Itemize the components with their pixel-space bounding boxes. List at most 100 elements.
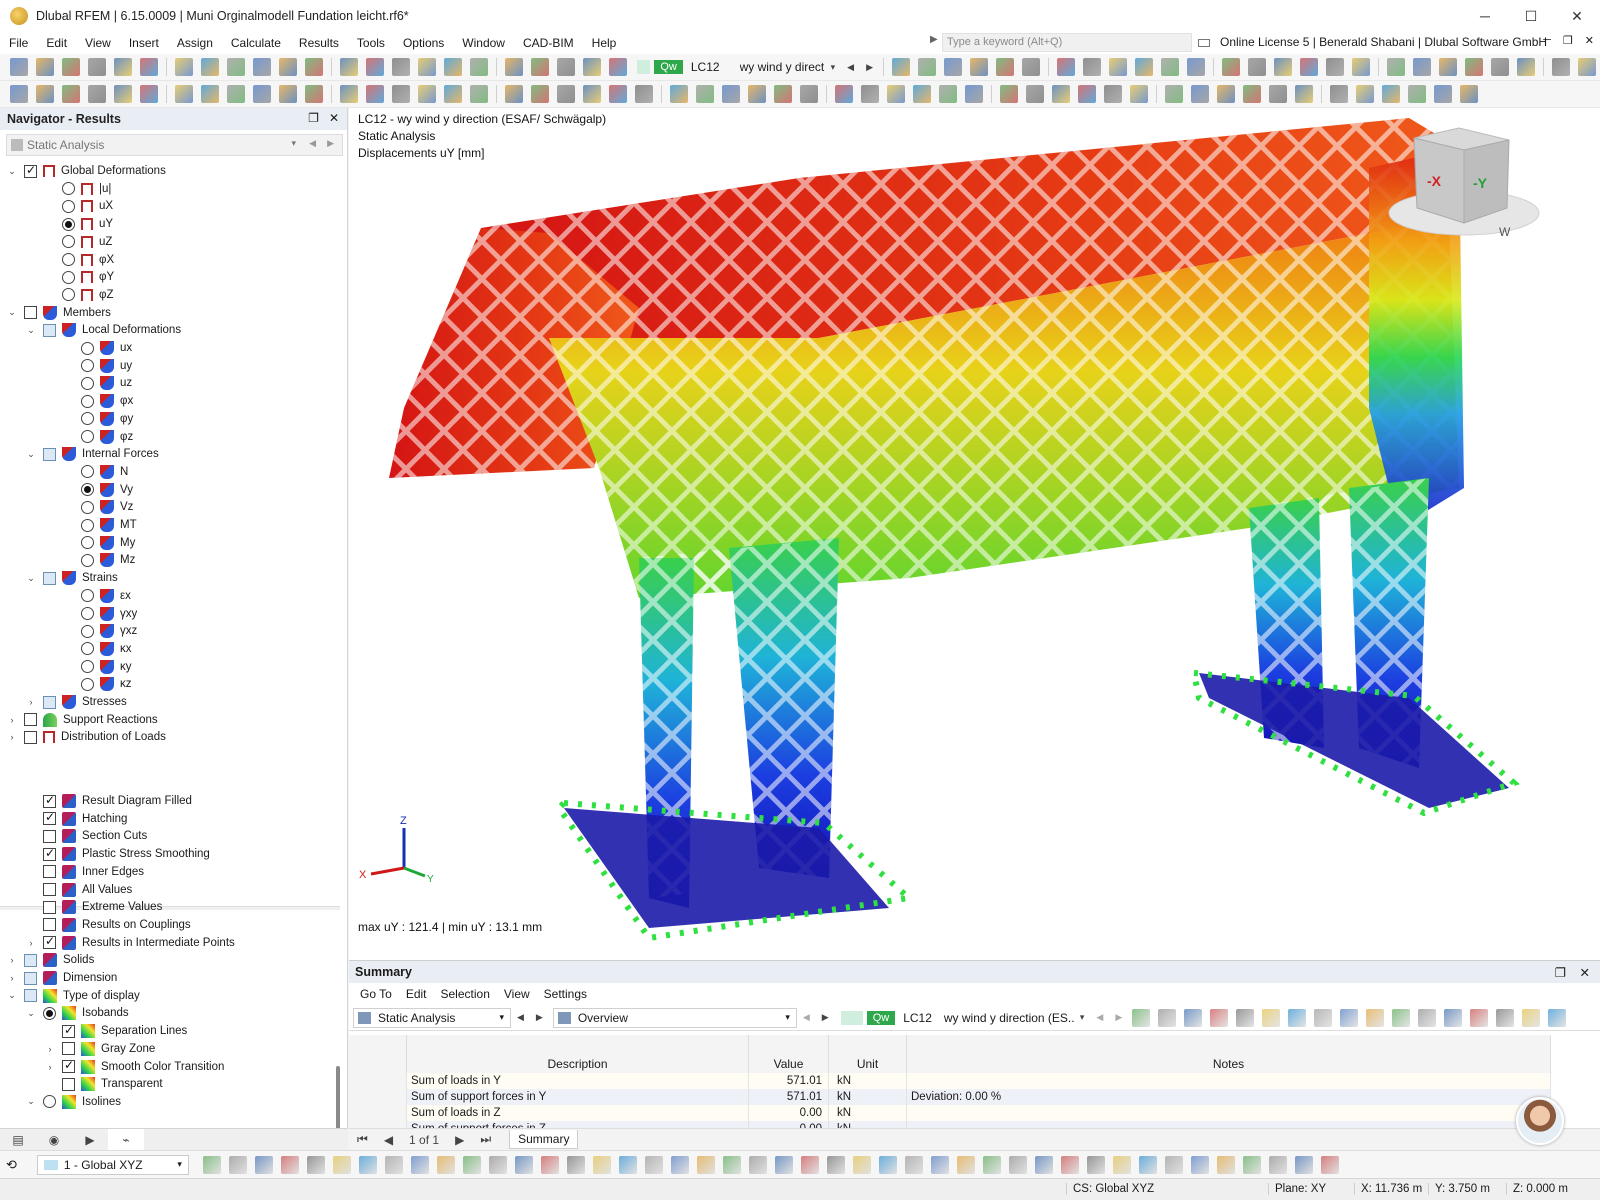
bottom-tool-36-icon[interactable] bbox=[1112, 1155, 1131, 1174]
undo-icon[interactable] bbox=[1517, 58, 1535, 76]
bottom-tool-26-icon[interactable] bbox=[852, 1155, 871, 1174]
grid-icon[interactable] bbox=[227, 85, 245, 103]
bottom-tool-7-icon[interactable] bbox=[358, 1155, 377, 1174]
collapse-icon[interactable]: ⌄ bbox=[25, 573, 37, 584]
radio-button[interactable] bbox=[62, 182, 75, 196]
cloud-icon[interactable] bbox=[62, 58, 80, 76]
load-case-select[interactable]: LC12 bbox=[691, 60, 720, 74]
tree-item-all-values[interactable]: All Values bbox=[25, 881, 132, 899]
color-icon[interactable] bbox=[340, 85, 358, 103]
tab-camera-icon[interactable]: ▶ bbox=[72, 1129, 108, 1151]
collapse-icon[interactable]: ⌄ bbox=[6, 307, 18, 318]
summary-tool-8-icon[interactable] bbox=[1314, 1008, 1333, 1027]
checkbox[interactable] bbox=[43, 865, 56, 879]
cell-unit[interactable]: kN bbox=[829, 1089, 907, 1105]
calc-icon[interactable] bbox=[279, 58, 297, 76]
tree-item-type-of-display[interactable]: ⌄ Type of display bbox=[6, 987, 140, 1005]
expand-icon[interactable]: › bbox=[44, 1044, 56, 1054]
calc-icon[interactable] bbox=[1248, 58, 1266, 76]
checkbox[interactable] bbox=[24, 989, 37, 1003]
bottom-tool-2-icon[interactable] bbox=[228, 1155, 247, 1174]
script-icon[interactable] bbox=[253, 58, 271, 76]
solid-icon[interactable] bbox=[939, 85, 957, 103]
prev-arrow-icon[interactable]: ◀ bbox=[517, 1012, 524, 1023]
bottom-tool-38-icon[interactable] bbox=[1164, 1155, 1183, 1174]
cell-notes[interactable]: Deviation: 0.00 % bbox=[907, 1089, 1551, 1105]
print-icon[interactable] bbox=[114, 58, 132, 76]
section-icon[interactable] bbox=[1330, 85, 1348, 103]
new-model-icon[interactable] bbox=[392, 58, 410, 76]
summary-analysis-select[interactable]: Static Analysis ▾ bbox=[353, 1007, 511, 1028]
report-icon[interactable] bbox=[140, 58, 158, 76]
analysis-type-select[interactable]: Static Analysis ▾ ◀ ▶ bbox=[6, 134, 343, 156]
assistant-avatar[interactable] bbox=[1516, 1097, 1564, 1145]
surface-icon[interactable] bbox=[531, 85, 549, 103]
line-icon[interactable] bbox=[36, 85, 54, 103]
tab-summary[interactable]: Summary bbox=[509, 1130, 579, 1149]
navigator-close-icon[interactable]: ✕ bbox=[329, 111, 339, 125]
search-input[interactable]: Type a keyword (Alt+Q) bbox=[942, 33, 1192, 52]
summary-tool-3-icon[interactable] bbox=[1184, 1008, 1203, 1027]
checkbox[interactable] bbox=[43, 571, 56, 585]
bottom-tool-42-icon[interactable] bbox=[1268, 1155, 1287, 1174]
table-icon[interactable] bbox=[1187, 58, 1205, 76]
pointer-icon[interactable] bbox=[10, 85, 28, 103]
open-icon[interactable] bbox=[418, 58, 436, 76]
tree-item-ux[interactable]: ux bbox=[63, 339, 132, 357]
summary-tool-14-icon[interactable] bbox=[1470, 1008, 1489, 1027]
tree-item-internal-forces[interactable]: ⌄ Internal Forces bbox=[25, 445, 159, 463]
coordinate-system-select[interactable]: 1 - Global XYZ ▾ bbox=[36, 1154, 189, 1175]
filter-icon[interactable] bbox=[1300, 58, 1318, 76]
bottom-tool-23-icon[interactable] bbox=[774, 1155, 793, 1174]
print-icon[interactable] bbox=[1083, 58, 1101, 76]
radio-button[interactable] bbox=[43, 1095, 56, 1109]
bottom-tool-44-icon[interactable] bbox=[1320, 1155, 1339, 1174]
radio-button[interactable] bbox=[62, 217, 75, 231]
menu-insert[interactable]: Insert bbox=[120, 36, 168, 50]
layout-icon[interactable] bbox=[227, 58, 245, 76]
radio-button[interactable] bbox=[81, 483, 94, 497]
bottom-tool-11-icon[interactable] bbox=[462, 1155, 481, 1174]
cell-description[interactable]: Sum of loads in Y bbox=[407, 1073, 749, 1089]
menu-cad-bim[interactable]: CAD-BIM bbox=[514, 36, 583, 50]
mesh-icon[interactable] bbox=[670, 85, 688, 103]
color-icon[interactable] bbox=[1104, 85, 1122, 103]
render-icon[interactable] bbox=[892, 58, 910, 76]
view-icon[interactable] bbox=[944, 58, 962, 76]
bottom-tool-22-icon[interactable] bbox=[748, 1155, 767, 1174]
prev-page-icon[interactable]: ◀ bbox=[384, 1133, 393, 1147]
tree-item-x[interactable]: εx bbox=[63, 587, 131, 605]
tab-results-icon[interactable]: ⌁ bbox=[108, 1128, 144, 1151]
tree-item-vy[interactable]: Vy bbox=[63, 481, 133, 499]
table-icon[interactable] bbox=[201, 58, 219, 76]
radio-button[interactable] bbox=[81, 536, 94, 550]
bottom-tool-12-icon[interactable] bbox=[488, 1155, 507, 1174]
tree-item-strains[interactable]: ⌄ Strains bbox=[25, 569, 118, 587]
prev-arrow-icon[interactable]: ◀ bbox=[1096, 1012, 1103, 1023]
tree-item-ux[interactable]: uX bbox=[44, 197, 113, 215]
navigator-float-icon[interactable]: ❐ bbox=[308, 111, 319, 125]
guide-icon[interactable] bbox=[1026, 85, 1044, 103]
checkbox[interactable] bbox=[24, 163, 37, 178]
bottom-tool-40-icon[interactable] bbox=[1216, 1155, 1235, 1174]
tree-item-mz[interactable]: Mz bbox=[63, 551, 135, 569]
left-foundation[interactable] bbox=[564, 808, 889, 928]
collapse-icon[interactable]: ⌄ bbox=[25, 325, 37, 336]
summary-float-icon[interactable]: ❐ bbox=[1555, 965, 1566, 980]
display-icon[interactable] bbox=[366, 85, 384, 103]
bottom-tool-16-icon[interactable] bbox=[592, 1155, 611, 1174]
search-expand-icon[interactable]: ▶ bbox=[930, 34, 938, 45]
summary-close-icon[interactable]: ✕ bbox=[1580, 965, 1590, 980]
section-icon[interactable] bbox=[583, 85, 601, 103]
tree-item-y[interactable]: φy bbox=[63, 410, 133, 428]
bottom-tool-6-icon[interactable] bbox=[332, 1155, 351, 1174]
display-icon[interactable] bbox=[1130, 85, 1148, 103]
bottom-tool-32-icon[interactable] bbox=[1008, 1155, 1027, 1174]
new-model-icon[interactable] bbox=[10, 58, 28, 76]
last-page-icon[interactable]: ⏭ bbox=[480, 1132, 491, 1147]
node-icon[interactable] bbox=[140, 85, 158, 103]
save-icon[interactable] bbox=[88, 58, 106, 76]
tree-item-plastic-stress-smoothing[interactable]: Plastic Stress Smoothing bbox=[25, 845, 210, 863]
radio-button[interactable] bbox=[62, 199, 75, 213]
tree-item-dimension[interactable]: › Dimension bbox=[6, 969, 117, 987]
